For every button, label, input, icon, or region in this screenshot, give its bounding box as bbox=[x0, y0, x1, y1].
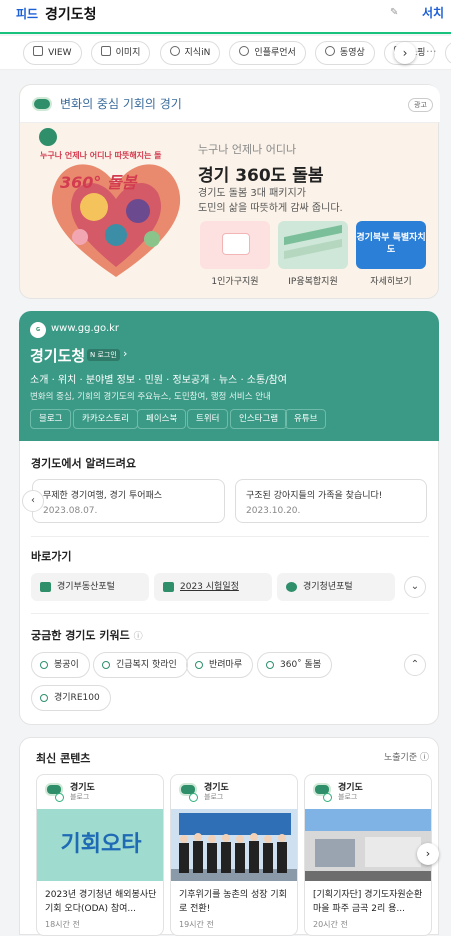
shortcuts-title: 바로가기 bbox=[31, 550, 72, 563]
document-icon bbox=[33, 46, 44, 56]
sort-criteria[interactable]: 노출기준 ⓘ bbox=[384, 750, 429, 763]
ad-thumb-2[interactable] bbox=[278, 221, 348, 269]
tab-kin[interactable]: 지식iN bbox=[159, 41, 221, 65]
ad-badge[interactable]: 광고 bbox=[408, 98, 433, 112]
keyword-chip[interactable]: 경기RE100 bbox=[31, 685, 111, 711]
tabs-next-button[interactable]: › bbox=[394, 42, 416, 64]
info-icon[interactable]: ⓘ bbox=[134, 632, 143, 642]
play-icon bbox=[324, 46, 335, 56]
search-icon bbox=[40, 694, 48, 702]
image-icon bbox=[100, 46, 111, 56]
tab-influencer[interactable]: 인플루언서 bbox=[229, 41, 306, 65]
ad-card[interactable]: 변화의 중심 기회의 경기 광고 누구나 언제나 어디나 따뜻해지는 돌 360… bbox=[19, 84, 440, 299]
ad-header: 변화의 중심 기회의 경기 광고 bbox=[20, 85, 440, 123]
ad-art-title: 360° 돌봄 bbox=[60, 173, 137, 192]
search-link[interactable]: 서치 bbox=[422, 4, 444, 21]
divider bbox=[31, 613, 429, 614]
ad-title[interactable]: 변화의 중심 기회의 경기 bbox=[60, 95, 182, 112]
notice-prev-button[interactable]: ‹ bbox=[22, 490, 44, 512]
keyword-chip[interactable]: 360˚ 돌봄 bbox=[257, 652, 333, 678]
graduation-cap-icon bbox=[286, 582, 297, 592]
content-card-2[interactable]: 경기도 블로그 기후위기를 농촌의 성장 기회로 전환! 19시간 전 bbox=[170, 774, 298, 936]
feed-link[interactable]: 피드 bbox=[16, 5, 38, 22]
qa-icon bbox=[169, 46, 180, 56]
tab-news[interactable]: 뉴스 bbox=[444, 41, 451, 65]
latest-title: 최신 콘텐츠 bbox=[36, 752, 91, 765]
link-blog[interactable]: 블로그 bbox=[30, 409, 72, 429]
latest-contents-card: 최신 콘텐츠 노출기준 ⓘ 경기도 블로그 기회오타 2023년 경기청년 해외… bbox=[19, 737, 439, 936]
link-kakaostory[interactable]: 카카오스토리 bbox=[73, 409, 138, 429]
content-thumbnail: 기회오타 bbox=[37, 809, 163, 881]
keyword-chip[interactable]: 반려마루 bbox=[186, 652, 254, 678]
keywords-title: 궁금한 경기도 키워드 ⓘ bbox=[31, 629, 143, 642]
search-icon bbox=[195, 661, 203, 669]
keyword-chip[interactable]: 긴급복지 핫라인 bbox=[93, 652, 188, 678]
ad-caption-2[interactable]: IP융복합지원 bbox=[273, 274, 353, 287]
site-logo-icon: G bbox=[30, 322, 46, 338]
briefcase-icon bbox=[163, 582, 174, 592]
verified-icon bbox=[55, 793, 64, 802]
keywords-collapse-button[interactable]: ⌃ bbox=[404, 654, 426, 676]
link-facebook[interactable]: 페이스북 bbox=[137, 409, 187, 429]
link-youtube[interactable]: 유튜브 bbox=[285, 409, 327, 429]
site-main-panel: 경기도에서 알려드려요 무제한 경기여행, 경기 투어패스 2023.08.07… bbox=[19, 441, 439, 725]
ad-caption-1[interactable]: 1인가구지원 bbox=[195, 274, 275, 287]
search-icon bbox=[102, 661, 110, 669]
content-thumbnail bbox=[305, 809, 431, 881]
site-name[interactable]: 경기도청 bbox=[30, 345, 85, 366]
gyeonggi-logo-icon bbox=[32, 97, 52, 111]
search-query-title[interactable]: 경기도청 bbox=[45, 4, 97, 24]
chevron-right-icon[interactable]: › bbox=[123, 347, 127, 360]
ad-caption-3[interactable]: 자세히보기 bbox=[351, 274, 431, 287]
ad-thumb-3[interactable]: 경기북부 특별자치도 bbox=[356, 221, 426, 269]
content-card-3[interactable]: 경기도 블로그 [기획기자단] 경기도자원순환마을 파주 금곡 2리 용... … bbox=[304, 774, 432, 936]
site-url[interactable]: www.gg.go.kr bbox=[51, 323, 119, 334]
search-icon bbox=[266, 661, 274, 669]
keyword-chip[interactable]: 봉공이 bbox=[31, 652, 90, 678]
notice-title: 경기도에서 알려드려요 bbox=[31, 457, 137, 470]
shortcut-exam[interactable]: 2023 시험일정 bbox=[154, 573, 272, 601]
shortcut-realestate[interactable]: 경기부동산포털 bbox=[31, 573, 149, 601]
site-description: 변화의 중심, 기회의 경기도의 주요뉴스, 도민참여, 행정 서비스 안내 bbox=[30, 392, 271, 402]
divider bbox=[31, 536, 429, 537]
link-twitter[interactable]: 트위터 bbox=[187, 409, 229, 429]
content-card-1[interactable]: 경기도 블로그 기회오타 2023년 경기청년 해외봉사단 기회 오다(ODA)… bbox=[36, 774, 164, 936]
search-tabs: VIEW 이미지 지식iN 인플루언서 동영상 쇼핑 뉴스 bbox=[0, 36, 451, 70]
edit-icon[interactable]: ✎ bbox=[390, 7, 398, 18]
tab-image[interactable]: 이미지 bbox=[90, 41, 151, 65]
shortcuts-expand-button[interactable]: ⌄ bbox=[404, 576, 426, 598]
content-thumbnail bbox=[171, 809, 297, 881]
shortcut-youth[interactable]: 경기청년포털 bbox=[277, 573, 395, 601]
tab-video[interactable]: 동영상 bbox=[314, 41, 375, 65]
ad-headline[interactable]: 경기 360도 돌봄 bbox=[198, 161, 324, 186]
tab-view[interactable]: VIEW bbox=[23, 41, 82, 65]
search-icon bbox=[40, 661, 48, 669]
login-badge[interactable]: N 로그인 bbox=[87, 349, 120, 361]
more-icon[interactable]: ··· bbox=[426, 45, 437, 58]
notice-card-2[interactable]: 구조된 강아지들의 가족을 찾습니다! 2023.10.20. bbox=[235, 479, 427, 523]
ad-subtitle: 누구나 언제나 어디나 bbox=[198, 143, 297, 156]
person-icon bbox=[239, 46, 250, 56]
verified-icon bbox=[189, 793, 198, 802]
site-nav[interactable]: 소개 · 위치 · 분야별 정보 · 민원 · 정보공개 · 뉴스 · 소통/참… bbox=[30, 371, 287, 386]
site-header-card: G www.gg.go.kr 경기도청 N 로그인 › 소개 · 위치 · 분야… bbox=[19, 311, 439, 441]
ad-art-slogan: 누구나 언제나 어디나 따뜻해지는 돌 bbox=[40, 151, 162, 160]
home-icon bbox=[40, 582, 51, 592]
top-bar: 피드 경기도청 ✎ 서치 bbox=[0, 0, 451, 34]
ad-thumb-1[interactable] bbox=[200, 221, 270, 269]
ad-description: 경기도 돌봄 3대 패키지가 도민의 삶을 따뜻하게 감싸 줍니다. bbox=[198, 188, 343, 214]
verified-icon bbox=[323, 793, 332, 802]
link-instagram[interactable]: 인스타그램 bbox=[230, 409, 288, 429]
latest-next-button[interactable]: › bbox=[417, 843, 439, 865]
notice-card-1[interactable]: 무제한 경기여행, 경기 투어패스 2023.08.07. bbox=[32, 479, 225, 523]
info-icon: ⓘ bbox=[420, 753, 430, 763]
